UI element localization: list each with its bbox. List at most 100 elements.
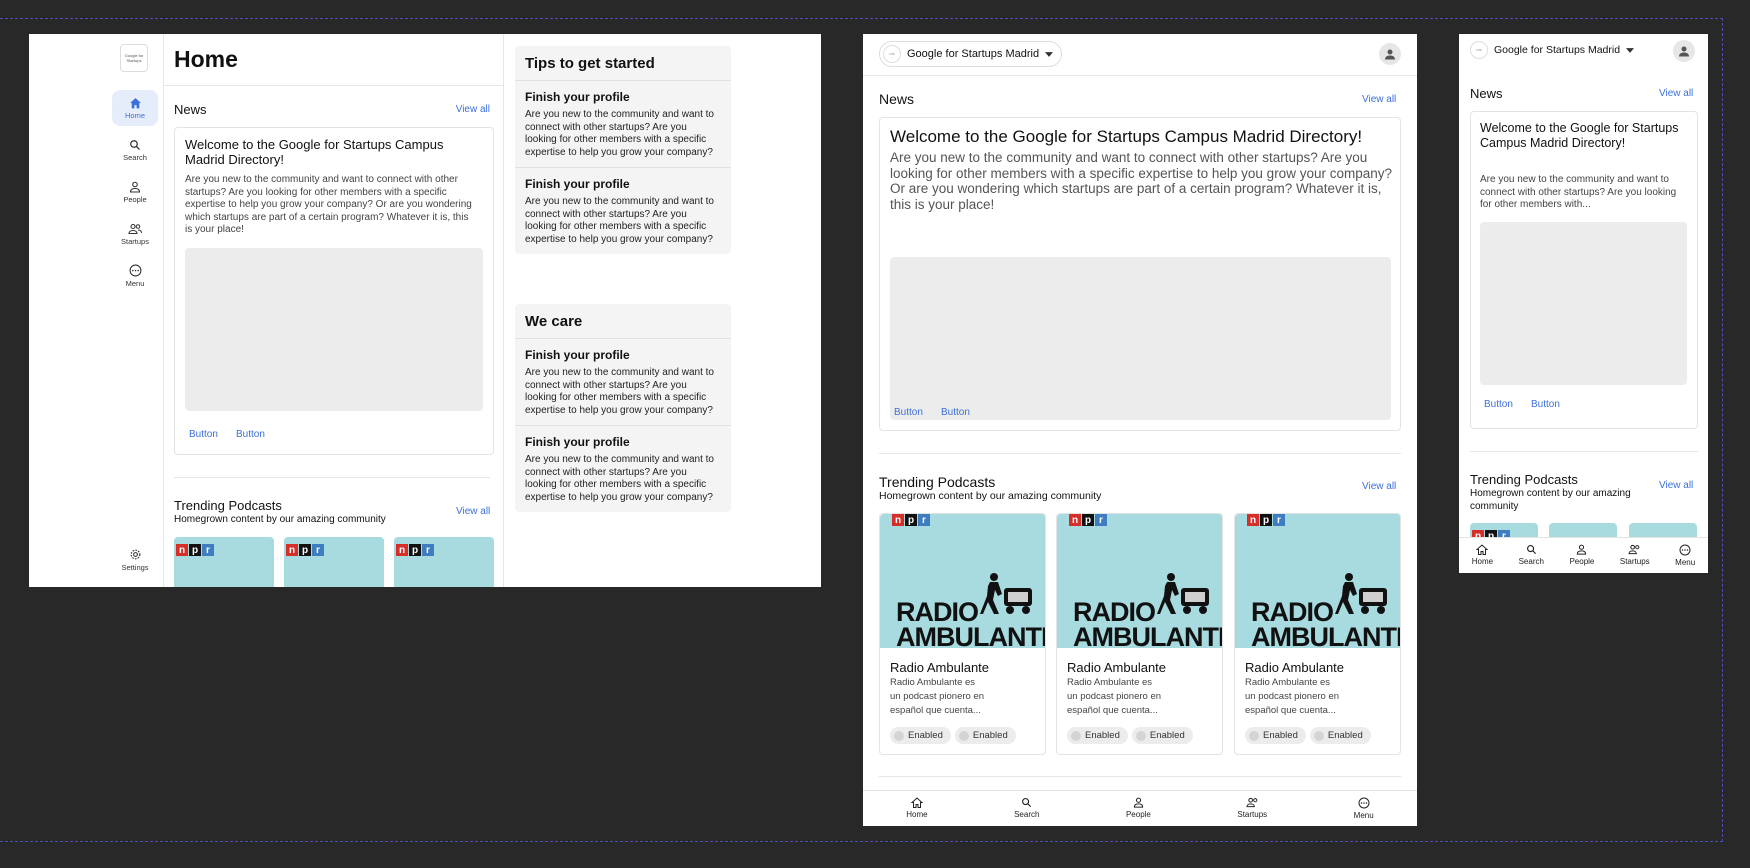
podcast-thumbnail[interactable]: npr [1470,523,1538,537]
tip-item[interactable]: Finish your profile Are you new to the co… [515,80,731,167]
nav-item-label: Search [1014,810,1040,819]
status-chip[interactable]: Enabled [1309,727,1371,744]
news-card-button-1[interactable]: Button [1484,399,1513,410]
news-view-all-link[interactable]: View all [456,104,490,115]
podcasts-view-all-link[interactable]: View all [1362,481,1396,492]
search-icon [1526,544,1537,555]
status-chip[interactable]: Enabled [1067,727,1128,744]
rail-item-settings[interactable]: Settings [112,542,158,578]
status-chip[interactable]: Enabled [954,727,1016,744]
npr-logo: npr [176,544,214,556]
podcast-cover-title-line2: AMBULANTE [1251,622,1401,648]
news-card-button-2[interactable]: Button [236,429,265,440]
community-selector[interactable]: GfS Google for Startups Madrid [1467,38,1642,62]
rail-item-startups[interactable]: Startups [112,216,158,252]
bottom-navigation: Home Search People Startups Menu [1459,537,1708,573]
podcast-thumbnail[interactable]: npr [174,537,274,587]
nav-item-home[interactable]: Home [906,791,928,826]
news-card-button-1[interactable]: Button [894,407,923,418]
divider [174,477,490,478]
podcast-description-line2: un podcast pionero en [890,691,985,702]
rail-item-search[interactable]: Search [112,132,158,168]
podcast-cover-title-line2: AMBULANTE [896,622,1046,648]
news-card-button-1[interactable]: Button [189,429,218,440]
group-icon [1246,797,1259,808]
news-title: News [174,102,207,117]
walking-man-icon [980,573,1032,614]
podcast-description-line1: Radio Ambulante es [890,677,976,688]
podcast-cover: npr RADIO AMBULANTE [880,514,1046,648]
news-view-all-link[interactable]: View all [1659,88,1693,99]
rail-item-label: Startups [121,236,149,246]
podcast-description-line1: Radio Ambulante es [1067,677,1153,688]
podcast-card[interactable]: npr RADIO AMBULANTE Radio Ambulante Radi… [1056,513,1223,755]
more-icon [1679,544,1691,556]
podcasts-view-all-link[interactable]: View all [1659,480,1693,491]
community-selector[interactable]: GfS Google for Startups Madrid [879,41,1063,67]
care-item-title: Finish your profile [525,435,630,449]
news-card-image-placeholder [1480,222,1687,385]
nav-item-home[interactable]: Home [1472,538,1493,573]
care-item[interactable]: Finish your profile Are you new to the co… [515,425,731,512]
status-chip[interactable]: Enabled [890,727,951,744]
podcast-thumbnail[interactable] [1549,523,1617,537]
chip-label: Enabled [1327,730,1363,741]
podcast-card[interactable]: npr RADIO AMBULANTE Radio Ambulante Radi… [1234,513,1401,755]
podcast-name: Radio Ambulante [1067,660,1167,675]
care-item[interactable]: Finish your profile Are you new to the co… [515,338,731,425]
nav-item-label: Search [1518,557,1544,566]
search-icon [129,139,141,151]
tips-card: Tips to get started Finish your profile A… [515,46,731,254]
person-icon [1576,544,1587,555]
podcast-description-line2: un podcast pionero en [1067,691,1162,702]
home-icon [129,97,142,109]
podcast-thumbnail[interactable]: npr [394,537,494,587]
tip-title: Finish your profile [525,90,630,104]
podcast-thumbnail[interactable] [1629,523,1697,537]
nav-item-menu[interactable]: Menu [1354,791,1374,826]
news-card-button-2[interactable]: Button [941,407,970,418]
nav-item-search[interactable]: Search [1519,538,1544,573]
care-item-body: Are you new to the community and want to… [525,454,714,503]
news-card: Welcome to the Google for Startups Campu… [879,117,1401,431]
status-chip[interactable]: Enabled [1131,727,1193,744]
nav-item-people[interactable]: People [1569,538,1594,573]
nav-item-menu[interactable]: Menu [1675,538,1695,573]
npr-logo: npr [1069,514,1107,526]
nav-item-startups[interactable]: Startups [1620,538,1650,573]
news-card-button-2[interactable]: Button [1531,399,1560,410]
chip-label: Enabled [1263,730,1298,741]
podcast-thumbnail[interactable]: npr [284,537,384,587]
news-card-image-placeholder [890,257,1391,420]
chip-row: Enabled Enabled [1067,727,1197,746]
rail-item-label: Home [124,110,145,120]
nav-item-label: Home [1471,557,1494,566]
avatar[interactable] [1379,43,1401,65]
podcast-card[interactable]: npr RADIO AMBULANTE Radio Ambulante Radi… [879,513,1046,755]
status-chip[interactable]: Enabled [1245,727,1306,744]
news-title: News [1470,86,1503,101]
nav-item-search[interactable]: Search [1014,791,1039,826]
nav-item-startups[interactable]: Startups [1237,791,1267,826]
rail-item-people[interactable]: People [112,174,158,210]
chip-icon [1313,730,1324,741]
podcasts-title: Trending Podcasts [879,474,996,490]
rail-item-home[interactable]: Home [112,90,158,126]
tablet-frame: GfS Google for Startups Madrid News View… [863,34,1417,826]
nav-item-label: Home [906,810,928,819]
avatar[interactable] [1673,40,1695,62]
top-bar: GfS Google for Startups Madrid [863,34,1417,76]
chip-row: Enabled Enabled [1245,727,1375,746]
chip-label: Enabled [972,730,1008,741]
tip-item[interactable]: Finish your profile Are you new to the co… [515,167,731,254]
rail-item-menu[interactable]: Menu [112,258,158,294]
google-for-startups-logo: GfS [1470,41,1488,59]
npr-logo: npr [286,544,324,556]
podcasts-subtitle: Homegrown content by our amazing communi… [879,490,1102,502]
news-view-all-link[interactable]: View all [1362,94,1396,105]
tip-body: Are you new to the community and want to… [525,109,714,158]
podcasts-view-all-link[interactable]: View all [456,506,490,517]
news-card-title: Welcome to the Google for Startups Campu… [185,137,444,167]
chip-icon [1249,730,1259,741]
nav-item-people[interactable]: People [1126,791,1151,826]
